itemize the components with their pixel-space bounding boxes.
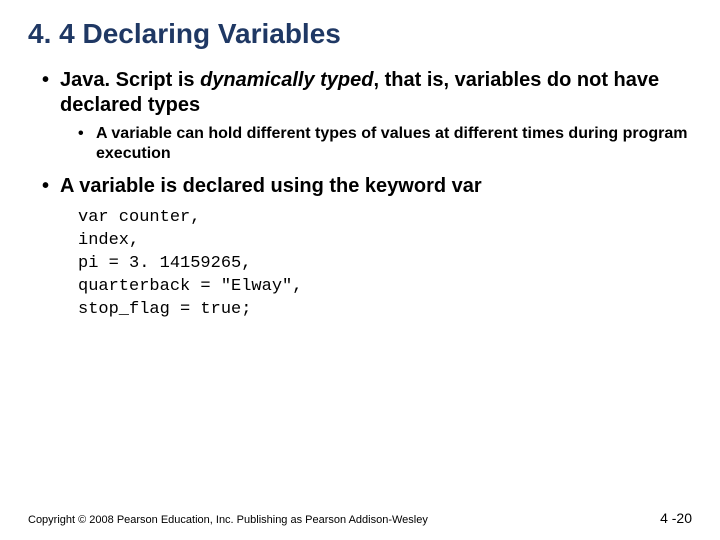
slide-title: 4. 4 Declaring Variables — [28, 18, 692, 50]
code-block: var counter, index, pi = 3. 14159265, qu… — [78, 207, 692, 322]
slide: 4. 4 Declaring Variables Java. Script is… — [0, 0, 720, 540]
bullet-list: Java. Script is dynamically typed, that … — [28, 68, 692, 199]
footer-copyright: Copyright © 2008 Pearson Education, Inc.… — [28, 514, 428, 526]
bullet-1: Java. Script is dynamically typed, that … — [46, 68, 692, 164]
bullet-1-em: dynamically typed — [200, 69, 373, 91]
bullet-2: A variable is declared using the keyword… — [46, 174, 692, 199]
bullet-1-sub: A variable can hold different types of v… — [82, 124, 692, 164]
bullet-1-text-pre: Java. Script is — [60, 69, 200, 91]
page-number: 4 -20 — [660, 510, 692, 526]
bullet-1-sublist: A variable can hold different types of v… — [60, 124, 692, 164]
